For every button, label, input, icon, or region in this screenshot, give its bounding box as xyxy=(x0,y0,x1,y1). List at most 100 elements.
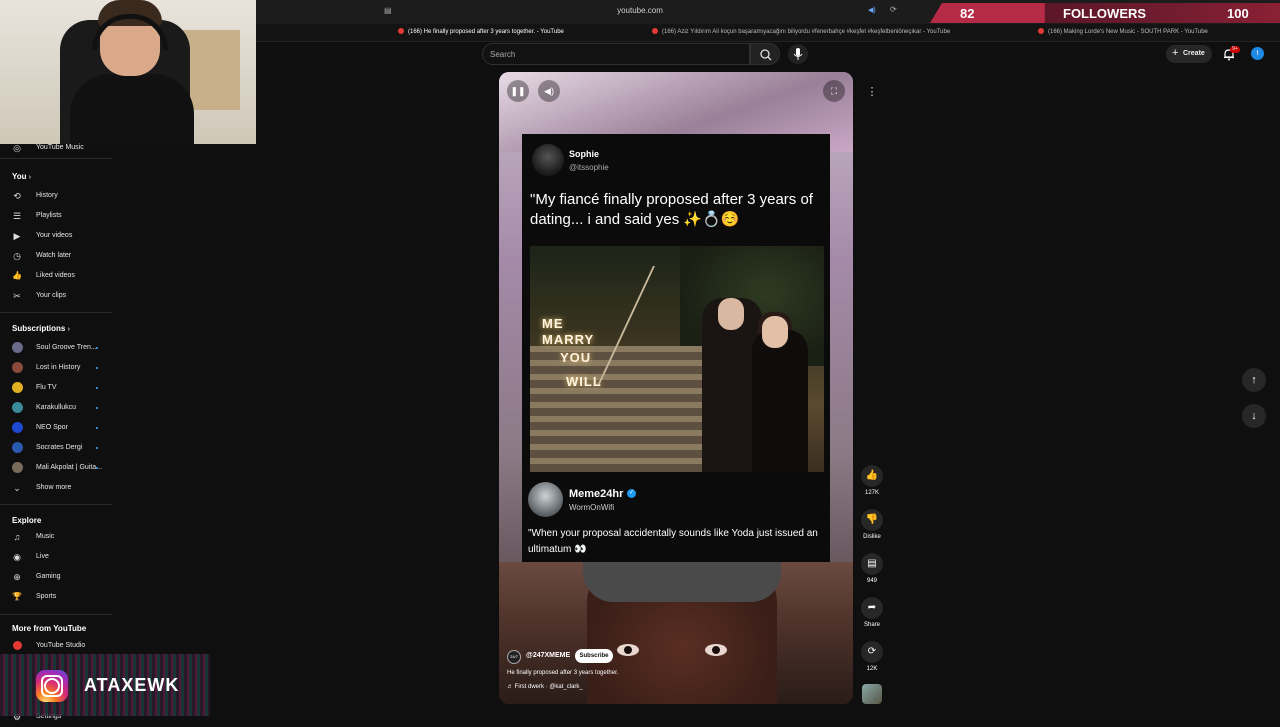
next-short-button[interactable]: ↓ xyxy=(1242,404,1266,428)
sidebar-item-subscription[interactable]: Socrates Dergi xyxy=(0,438,112,458)
volume-icon: ◀) xyxy=(544,86,554,96)
short-sound[interactable]: ♬ First dwerk · @kat_clark_ xyxy=(507,684,583,690)
tab-2[interactable]: (166) Aziz Yıldırım Ali koçun başaramıya… xyxy=(652,28,952,40)
account-avatar[interactable]: t xyxy=(1251,47,1264,60)
meme-author-handle: WormOnWifi xyxy=(569,503,615,512)
previous-short-button[interactable]: ↑ xyxy=(1242,368,1266,392)
sidebar-item-label: Your clips xyxy=(36,292,67,299)
sign-word: MARRY xyxy=(542,332,595,347)
remix-icon: ⟳ xyxy=(861,641,883,663)
notifications-badge: 9+ xyxy=(1230,46,1240,53)
sidebar-section-explore: Explore xyxy=(12,516,42,525)
subscribe-button[interactable]: Subscribe xyxy=(575,649,613,663)
like-action[interactable]: 👍 127K xyxy=(860,465,884,496)
share-action[interactable]: ➦ Share xyxy=(860,597,884,628)
sidebar-item-label: Karakullukcu xyxy=(36,404,77,411)
microphone-icon xyxy=(793,48,803,60)
address-bar[interactable]: youtube.com xyxy=(560,6,720,15)
search-input[interactable]: Search xyxy=(482,43,750,65)
tweet-author-name: Sophie xyxy=(569,149,600,159)
sidebar-item-youtube-music[interactable]: ◎ YouTube Music xyxy=(0,138,112,158)
youtube-favicon-icon xyxy=(1038,28,1044,34)
sidebar-section-you[interactable]: You › xyxy=(12,172,31,181)
sidebar-item-subscription[interactable]: Mali Akpolat | Guita... xyxy=(0,458,112,478)
sidebar-item-subscription[interactable]: Lost in History xyxy=(0,358,112,378)
search-button[interactable] xyxy=(750,43,780,65)
sidebar-item-sports[interactable]: 🏆 Sports xyxy=(0,587,112,607)
sound-thumbnail[interactable] xyxy=(862,684,882,704)
sign-word: YOU xyxy=(560,350,592,365)
meme-avatar xyxy=(528,482,563,517)
sidebar-item-history[interactable]: ⟲ History xyxy=(0,186,112,206)
eye xyxy=(705,644,727,656)
reload-icon[interactable]: ⟳ xyxy=(890,5,897,14)
sports-icon: 🏆 xyxy=(12,592,22,601)
arrow-down-icon: ↓ xyxy=(1251,410,1257,422)
channel-name[interactable]: @247XMEME xyxy=(526,652,570,659)
create-button[interactable]: + Create xyxy=(1166,45,1212,63)
section-title: You xyxy=(12,172,27,181)
search-icon xyxy=(760,49,772,61)
channel-avatar xyxy=(12,402,23,413)
more-vert-icon: ⋮ xyxy=(866,86,878,98)
gaming-icon: ⊕ xyxy=(13,572,21,582)
reader-icon[interactable]: ▤ xyxy=(384,6,392,15)
sidebar-item-label: Socrates Dergi xyxy=(36,444,83,451)
sidebar-item-youtube-studio[interactable]: YouTube Studio xyxy=(0,636,112,656)
sidebar-item-label: Gaming xyxy=(36,573,61,580)
sidebar-item-subscription[interactable]: Flu TV xyxy=(0,378,112,398)
channel-avatar[interactable]: 24/7 xyxy=(507,650,521,664)
sidebar-item-your-videos[interactable]: ▶ Your videos xyxy=(0,226,112,246)
your-videos-icon: ▶ xyxy=(13,231,21,241)
tab-3[interactable]: (166) Making Lorde's New Music - SOUTH P… xyxy=(1038,28,1268,40)
followers-goal-overlay: 82 FOLLOWERS 100 xyxy=(930,3,1280,23)
sidebar-item-label: Playlists xyxy=(36,212,62,219)
sidebar-item-playlists[interactable]: ☰ Playlists xyxy=(0,206,112,226)
sidebar-item-gaming[interactable]: ⊕ Gaming xyxy=(0,567,112,587)
dislike-action[interactable]: 👎 Dislike xyxy=(860,509,884,540)
sidebar-item-your-clips[interactable]: ✂ Your clips xyxy=(0,286,112,306)
sidebar-item-subscription[interactable]: NEO Spor xyxy=(0,418,112,438)
remix-action[interactable]: ⟳ 12K xyxy=(860,641,884,672)
reaction-face xyxy=(499,562,853,704)
tab-2-title: (166) Aziz Yıldırım Ali koçun başaramıya… xyxy=(662,29,951,35)
sidebar-item-label: Live xyxy=(36,553,49,560)
sidebar-item-label: Flu TV xyxy=(36,384,57,391)
short-title[interactable]: He finally proposed after 3 years togeth… xyxy=(507,670,618,676)
meme-text: "When your proposal accidentally sounds … xyxy=(528,528,818,555)
sidebar-item-subscription[interactable]: Karakullukcu xyxy=(0,398,112,418)
pause-icon: ❚❚ xyxy=(510,86,526,96)
meme-author-name: Meme24hr xyxy=(569,488,624,500)
fullscreen-button[interactable]: ⛶ xyxy=(823,80,845,102)
channel-avatar xyxy=(12,442,23,453)
sidebar-item-watch-later[interactable]: ◷ Watch later xyxy=(0,246,112,266)
sidebar-section-subscriptions[interactable]: Subscriptions › xyxy=(12,324,70,333)
followers-goal: 100 xyxy=(1227,6,1249,21)
short-video-player[interactable]: ❚❚ ◀) ⛶ Sophie @itssophie "My fiancé fin… xyxy=(499,72,853,704)
channel-avatar xyxy=(12,462,23,473)
eye xyxy=(617,644,639,656)
sidebar-item-label: Lost in History xyxy=(36,364,81,371)
watch-later-icon: ◷ xyxy=(13,251,21,261)
live-icon: ◉ xyxy=(13,552,21,562)
like-icon: 👍 xyxy=(12,271,22,280)
sidebar-item-subscription[interactable]: Soul Groove Tren... xyxy=(0,338,112,358)
comments-action[interactable]: ▤ 949 xyxy=(860,553,884,584)
volume-button[interactable]: ◀) xyxy=(538,80,560,102)
instagram-handle: ATAXEWK xyxy=(84,675,180,695)
new-content-dot xyxy=(96,447,98,449)
sidebar-item-music[interactable]: ♫ Music xyxy=(0,527,112,547)
sidebar-item-show-more[interactable]: ⌄ Show more xyxy=(0,478,112,498)
youtube-favicon-icon xyxy=(398,28,404,34)
sidebar-item-liked-videos[interactable]: 👍 Liked videos xyxy=(0,266,112,286)
more-options-button[interactable]: ⋮ xyxy=(862,82,882,102)
new-content-dot xyxy=(96,387,98,389)
create-label: Create xyxy=(1183,50,1205,57)
voice-search-button[interactable] xyxy=(788,44,808,64)
pause-button[interactable]: ❚❚ xyxy=(507,80,529,102)
tab-1[interactable]: (166) He finally proposed after 3 years … xyxy=(398,28,628,40)
youtube-favicon-icon xyxy=(652,28,658,34)
sidebar-item-live[interactable]: ◉ Live xyxy=(0,547,112,567)
audio-icon[interactable]: ◀) xyxy=(868,6,876,14)
clips-icon: ✂ xyxy=(13,291,21,301)
